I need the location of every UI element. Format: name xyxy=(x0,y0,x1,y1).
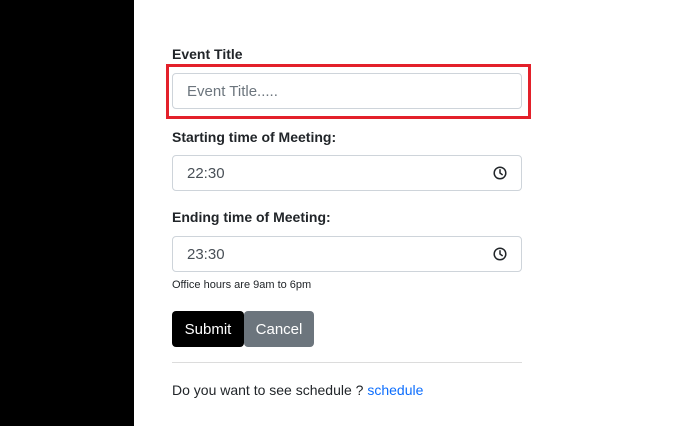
left-black-panel xyxy=(0,0,134,426)
divider xyxy=(172,362,522,363)
schedule-prompt: Do you want to see schedule ? schedule xyxy=(172,382,423,398)
clock-icon[interactable] xyxy=(493,166,507,180)
start-time-label: Starting time of Meeting: xyxy=(172,129,337,145)
schedule-prompt-text: Do you want to see schedule ? xyxy=(172,382,368,398)
end-time-label: Ending time of Meeting: xyxy=(172,209,331,225)
start-time-value: 22:30 xyxy=(187,164,225,182)
cancel-button[interactable]: Cancel xyxy=(244,311,314,347)
submit-button[interactable]: Submit xyxy=(172,311,244,347)
end-time-input[interactable]: 23:30 xyxy=(172,236,522,272)
schedule-link[interactable]: schedule xyxy=(367,382,423,398)
end-time-value: 23:30 xyxy=(187,245,225,263)
clock-icon[interactable] xyxy=(493,247,507,261)
event-title-label: Event Title xyxy=(172,46,243,62)
start-time-input[interactable]: 22:30 xyxy=(172,155,522,191)
office-hours-help: Office hours are 9am to 6pm xyxy=(172,279,312,291)
event-title-input[interactable]: Event Title..... xyxy=(172,73,522,109)
event-title-placeholder: Event Title..... xyxy=(187,82,278,100)
